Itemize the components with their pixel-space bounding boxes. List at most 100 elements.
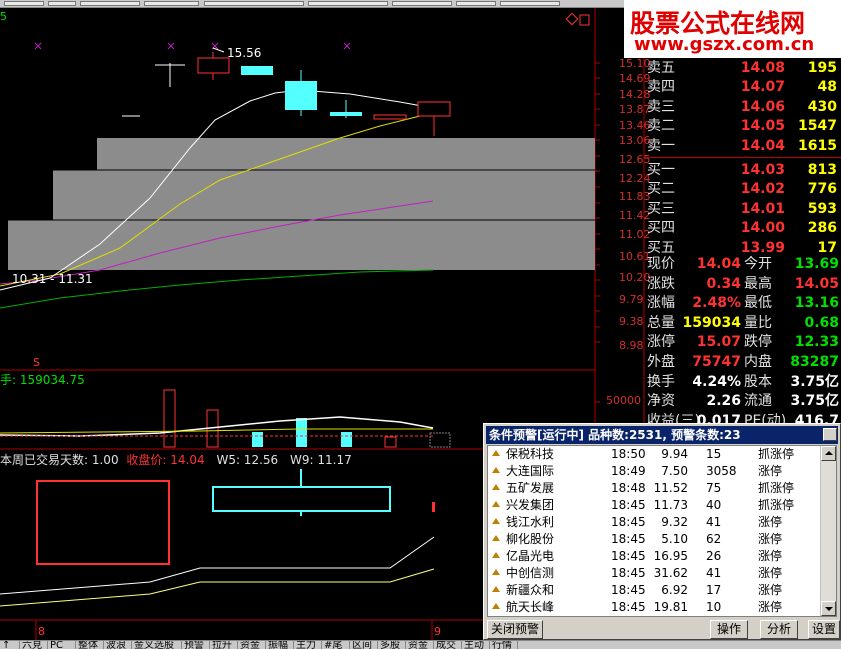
stat-label: 今开	[744, 256, 772, 272]
alert-scrollbar[interactable]	[820, 446, 836, 616]
tab-item[interactable]: 预警	[182, 641, 210, 649]
alert-time: 18:45	[611, 498, 646, 512]
tab-item[interactable]: 多股	[378, 641, 406, 649]
alert-list-item[interactable]: 新疆众和 18:45 6.92 17 涨停	[488, 582, 821, 599]
stat-value: 0.68	[804, 314, 839, 331]
stat-label: 换手	[647, 373, 675, 390]
bid-volume: 776	[807, 181, 837, 198]
scroll-down-icon[interactable]	[821, 601, 836, 616]
ask-row[interactable]: 卖二 14.05 1547	[645, 117, 841, 136]
toolbar-segment[interactable]	[456, 1, 496, 6]
stat-label: 股本	[744, 373, 772, 390]
scroll-up-icon[interactable]	[821, 446, 836, 461]
alert-list-item[interactable]: 柳化股份 18:45 5.10 62 涨停	[488, 531, 821, 548]
bid-price: 14.00	[740, 220, 785, 237]
settings-button[interactable]: 设置	[808, 620, 840, 639]
stat-value: 2.48%	[692, 295, 741, 312]
ask-row[interactable]: 卖三 14.06 430	[645, 98, 841, 117]
bid-label: 买四	[647, 220, 675, 237]
tab-item[interactable]: #尾	[322, 641, 350, 649]
alert-list-item[interactable]: 亿晶光电 18:45 16.95 26 涨停	[488, 548, 821, 565]
tab-item[interactable]: 整体	[76, 641, 104, 649]
ask-label: 卖五	[647, 60, 675, 76]
tab-item[interactable]: 主力	[294, 641, 322, 649]
alert-up-icon	[492, 518, 500, 524]
close-alert-button[interactable]: 关闭预警	[487, 620, 543, 639]
bid-row[interactable]: 买四 14.00 286	[645, 219, 841, 238]
toolbar-segment[interactable]	[48, 1, 76, 6]
alert-status: 抓涨停	[758, 498, 795, 512]
candle	[241, 66, 273, 75]
alert-list-item[interactable]: 兴发集团 18:45 11.73 40 抓涨停	[488, 497, 821, 514]
toolbar-segment[interactable]	[144, 1, 199, 6]
weekly-box-current	[432, 502, 435, 512]
tab-item[interactable]: ↑	[0, 641, 20, 649]
w9-line	[0, 568, 435, 607]
ask-row[interactable]: 卖一 14.04 1615	[645, 137, 841, 156]
stat-label: 外盘	[647, 353, 675, 370]
alert-list-item[interactable]: 五矿发展 18:48 11.52 75 抓涨停	[488, 480, 821, 497]
tab-item[interactable]: 行情	[490, 641, 518, 649]
bid-row[interactable]: 买二 14.02 776	[645, 180, 841, 199]
tab-item[interactable]: 金叉选股	[132, 641, 182, 649]
condition-alert-window[interactable]: 条件预警[运行中] 品种数:2531, 预警条数:23 保税科技 18:50 9.9…	[483, 423, 841, 640]
tab-item[interactable]: PC	[48, 641, 76, 649]
ask-row[interactable]: 卖四 14.07 48	[645, 78, 841, 97]
tab-item[interactable]: 区间	[350, 641, 378, 649]
toolbar-segment[interactable]	[308, 1, 388, 6]
toolbar-segment[interactable]	[4, 1, 44, 6]
tab-item[interactable]: 波浪	[104, 641, 132, 649]
alert-time: 18:45	[611, 566, 646, 580]
alert-price: 31.62	[653, 566, 688, 580]
bid-row[interactable]: 买一 14.03 813	[645, 161, 841, 180]
stat-label: 内盘	[744, 353, 772, 370]
tab-item[interactable]: 成交	[434, 641, 462, 649]
operate-button[interactable]: 操作	[710, 620, 748, 639]
ask-price: 14.05	[740, 118, 785, 135]
stat-value: 0.34	[706, 275, 741, 292]
analyze-button[interactable]: 分析	[760, 620, 798, 639]
tab-item[interactable]: 拉升	[210, 641, 238, 649]
date-label: 9	[434, 625, 441, 638]
alert-list-item[interactable]: 钱江水利 18:45 9.32 41 涨停	[488, 514, 821, 531]
ask-row[interactable]: 卖五 14.08 195	[645, 59, 841, 78]
alert-time: 18:45	[611, 600, 646, 614]
alert-stock-name: 大连国际	[506, 464, 555, 478]
alert-up-icon	[492, 569, 500, 575]
volume-bar	[163, 389, 176, 448]
tab-item[interactable]: 六見	[20, 641, 48, 649]
tab-item[interactable]: 资金	[406, 641, 434, 649]
alert-qty: 3058	[706, 464, 737, 478]
close-icon[interactable]	[823, 428, 837, 441]
date-label: 8	[38, 625, 45, 638]
panel-marker: 5	[0, 10, 7, 23]
alert-list-item[interactable]: 中创信测 18:45 31.62 41 涨停	[488, 565, 821, 582]
stat-value: 15.07	[696, 334, 741, 351]
alert-price: 9.32	[661, 515, 688, 529]
ask-volume: 48	[817, 79, 837, 96]
tab-item[interactable]: 主动	[462, 641, 490, 649]
chip-block	[8, 220, 595, 270]
weekly-w9-label: W9: 11.17	[290, 453, 352, 467]
toolbar-segment[interactable]	[392, 1, 452, 6]
toolbar-segment[interactable]	[500, 1, 560, 6]
w5-line	[0, 536, 435, 595]
stat-row: 涨幅 2.48% 最低 13.16	[645, 294, 841, 314]
alert-status: 涨停	[758, 549, 783, 563]
toolbar-segment[interactable]	[80, 1, 140, 6]
tab-item[interactable]: 资金	[238, 641, 266, 649]
alert-list[interactable]: 保税科技 18:50 9.94 15 抓涨停 大连国际 18:49 7.50 3058 涨停 五矿发…	[487, 445, 837, 617]
tab-item[interactable]: 振幅	[266, 641, 294, 649]
bid-volume: 593	[807, 200, 837, 217]
stat-value: 14.05	[794, 275, 839, 292]
bid-row[interactable]: 买三 14.01 593	[645, 200, 841, 219]
stat-value: 83287	[790, 353, 839, 370]
alert-list-item[interactable]: 航天长峰 18:45 19.81 10 涨停	[488, 599, 821, 616]
alert-list-item[interactable]: 大连国际 18:49 7.50 3058 涨停	[488, 463, 821, 480]
alert-stock-name: 航天长峰	[506, 600, 555, 614]
alert-list-item[interactable]: 保税科技 18:50 9.94 15 抓涨停	[488, 446, 821, 463]
toolbar-segment[interactable]	[204, 1, 304, 6]
alert-titlebar[interactable]: 条件预警[运行中] 品种数:2531, 预警条数:23	[486, 426, 838, 444]
alert-up-icon	[492, 450, 500, 456]
stat-row: 外盘 75747 内盘 83287	[645, 353, 841, 373]
